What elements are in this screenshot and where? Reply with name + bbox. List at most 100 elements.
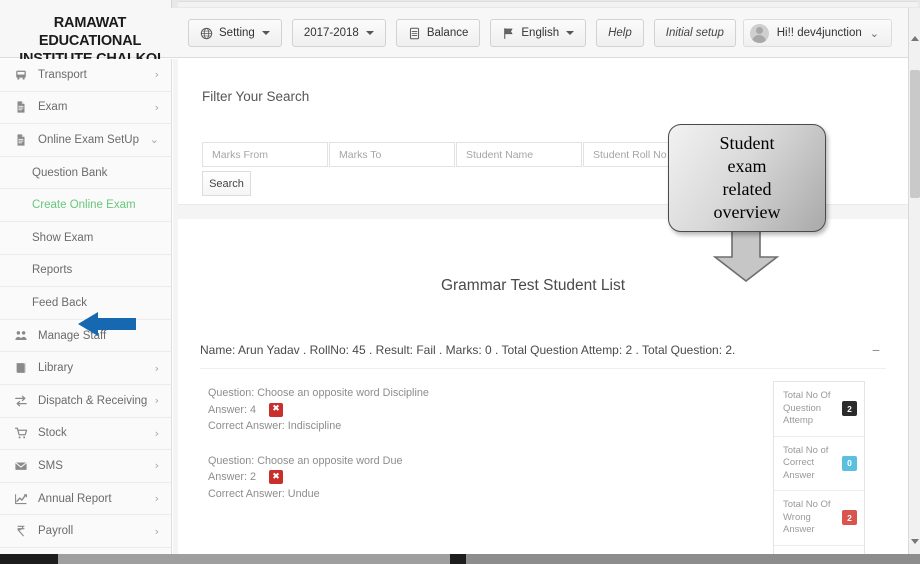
sidebar-item-label: Payroll xyxy=(38,525,74,538)
browser-toolbar-strip xyxy=(178,1,918,7)
cart-icon xyxy=(13,426,29,440)
student-list-card: Grammar Test Student List Name: Arun Yad… xyxy=(178,219,908,554)
chart-line-icon xyxy=(13,492,29,506)
chevron-right-icon: › xyxy=(154,68,159,82)
annotation-arrow-down-icon xyxy=(712,229,780,282)
annotation-line: exam xyxy=(727,156,767,176)
nav-button-help-label: Help xyxy=(608,27,632,39)
sidebar-list: Transport › Exam › Online Exam SetUp ⌄ Questio… xyxy=(0,59,171,548)
answer-text: Answer: 2 xyxy=(208,471,257,483)
sidebar-item-label: Create Online Exam xyxy=(32,199,136,212)
sidebar-item-label: Feed Back xyxy=(32,296,87,309)
chevron-down-icon: ⌄ xyxy=(869,27,879,40)
sidebar-item-reports[interactable]: Reports xyxy=(0,255,171,288)
avatar xyxy=(749,23,769,43)
chevron-right-icon: › xyxy=(154,459,159,473)
sidebar-item-stock[interactable]: Stock › xyxy=(0,418,171,451)
nav-button-balance-label: Balance xyxy=(426,27,469,39)
student-name-input[interactable] xyxy=(456,142,582,167)
chevron-right-icon: › xyxy=(154,524,159,538)
nav-button-balance[interactable]: Balance xyxy=(395,19,481,47)
sidebar-item-question-bank[interactable]: Question Bank xyxy=(0,157,171,190)
chevron-right-icon: › xyxy=(154,394,159,408)
scroll-up-arrow-icon[interactable] xyxy=(911,36,919,41)
nav-button-language[interactable]: English xyxy=(490,19,587,47)
correct-answer-text: Correct Answer: Undue xyxy=(208,487,320,500)
bus-icon xyxy=(13,68,29,82)
annotation-callout-text: Student exam related overview xyxy=(714,132,781,224)
stat-row: Total No of Correct Answer 0 xyxy=(774,437,864,491)
question-answer-list: Question: Choose an opposite word Discip… xyxy=(208,385,638,520)
user-menu-label: Hi!! dev4junction xyxy=(776,27,862,39)
marks-from-input[interactable] xyxy=(202,142,328,167)
sidebar-item-label: Annual Report xyxy=(38,492,112,505)
sidebar-item-label: Dispatch & Receiving xyxy=(38,394,148,407)
stat-row: Total No Of Wrong Answer 2 xyxy=(774,491,864,546)
answer-row: Answer: 4 ✖ xyxy=(208,402,638,419)
stat-label: Total No Of Wrong Answer xyxy=(783,499,831,535)
nav-button-initial-setup-label: Initial setup xyxy=(665,27,724,39)
question-block: Question: Choose an opposite word Due Ans… xyxy=(208,453,638,503)
sidebar-item-show-exam[interactable]: Show Exam xyxy=(0,222,171,255)
exchange-icon xyxy=(13,394,29,408)
horizontal-scrollbar-thumb[interactable] xyxy=(58,554,450,564)
chevron-down-icon: ⌄ xyxy=(149,133,159,147)
wrong-answer-icon: ✖ xyxy=(269,470,284,485)
rupee-icon xyxy=(13,524,29,538)
nav-button-help[interactable]: Help xyxy=(596,19,644,47)
sidebar-item-label: Stock xyxy=(38,427,67,440)
sidebar: Transport › Exam › Online Exam SetUp ⌄ Questio… xyxy=(0,59,172,554)
file-icon xyxy=(13,100,29,114)
horizontal-scrollbar[interactable] xyxy=(0,554,920,564)
horizontal-scrollbar-track[interactable] xyxy=(466,554,920,564)
sidebar-item-dispatch-receiving[interactable]: Dispatch & Receiving › xyxy=(0,385,171,418)
chevron-right-icon: › xyxy=(154,426,159,440)
browser-chrome-strip xyxy=(0,0,920,8)
answer-text: Answer: 4 xyxy=(208,403,257,416)
sidebar-item-label: Question Bank xyxy=(32,166,108,179)
sidebar-item-feed-back[interactable]: Feed Back xyxy=(0,287,171,320)
correct-answer-text: Correct Answer: Indiscipline xyxy=(208,420,342,432)
annotation-line: overview xyxy=(713,202,781,222)
database-icon xyxy=(408,27,421,40)
user-menu[interactable]: Hi!! dev4junction ⌄ xyxy=(742,19,892,47)
sidebar-item-online-exam-setup[interactable]: Online Exam SetUp ⌄ xyxy=(0,124,171,157)
sidebar-item-label: SMS xyxy=(38,459,63,472)
collapse-toggle-icon[interactable]: − xyxy=(872,342,880,358)
sidebar-item-create-online-exam[interactable]: Create Online Exam xyxy=(0,189,171,222)
chevron-down-icon xyxy=(365,31,374,35)
question-text: Question: Choose an opposite word Discip… xyxy=(208,387,429,399)
chevron-down-icon xyxy=(566,31,575,35)
vertical-scrollbar[interactable] xyxy=(908,8,920,556)
sidebar-item-exam[interactable]: Exam › xyxy=(0,92,171,125)
nav-button-session[interactable]: 2017-2018 xyxy=(291,19,386,47)
sidebar-item-library[interactable]: Library › xyxy=(0,352,171,385)
sidebar-item-transport[interactable]: Transport › xyxy=(0,59,171,92)
vertical-scrollbar-thumb[interactable] xyxy=(910,70,920,198)
filter-input-row xyxy=(202,142,709,167)
stat-label: Total No of Correct Answer xyxy=(783,444,829,481)
nav-button-language-label: English xyxy=(521,27,560,39)
nav-button-initial-setup[interactable]: Initial setup xyxy=(653,19,736,47)
file-icon xyxy=(13,133,29,147)
browser-tab-edge xyxy=(0,0,172,8)
sidebar-item-annual-report[interactable]: Annual Report › xyxy=(0,483,171,516)
annotation-callout: Student exam related overview xyxy=(668,124,826,232)
student-summary-text: Name: Arun Yadav . RollNo: 45 . Result: … xyxy=(200,343,736,357)
marks-to-input[interactable] xyxy=(329,142,455,167)
chevron-down-icon xyxy=(261,31,270,35)
nav-button-setting[interactable]: Setting xyxy=(188,19,282,47)
sidebar-item-manage-staff[interactable]: Manage Staff xyxy=(0,320,171,353)
wrong-answer-icon: ✖ xyxy=(269,402,284,417)
sidebar-item-label: Online Exam SetUp xyxy=(38,133,139,146)
sidebar-item-payroll[interactable]: Payroll › xyxy=(0,515,171,548)
top-navbar: RAMAWAT EDUCATIONAL INSTITUTE CHALKOI Se… xyxy=(0,8,908,67)
filter-title: Filter Your Search xyxy=(202,89,310,104)
search-button[interactable]: Search xyxy=(202,171,251,196)
stat-label: Total No Of Question Attemp xyxy=(783,390,831,426)
answer-row: Answer: 2 ✖ xyxy=(208,469,638,486)
scroll-down-arrow-icon[interactable] xyxy=(911,539,919,544)
sidebar-item-label: Library xyxy=(38,362,74,375)
chevron-right-icon: › xyxy=(154,100,159,114)
sidebar-item-sms[interactable]: SMS › xyxy=(0,450,171,483)
